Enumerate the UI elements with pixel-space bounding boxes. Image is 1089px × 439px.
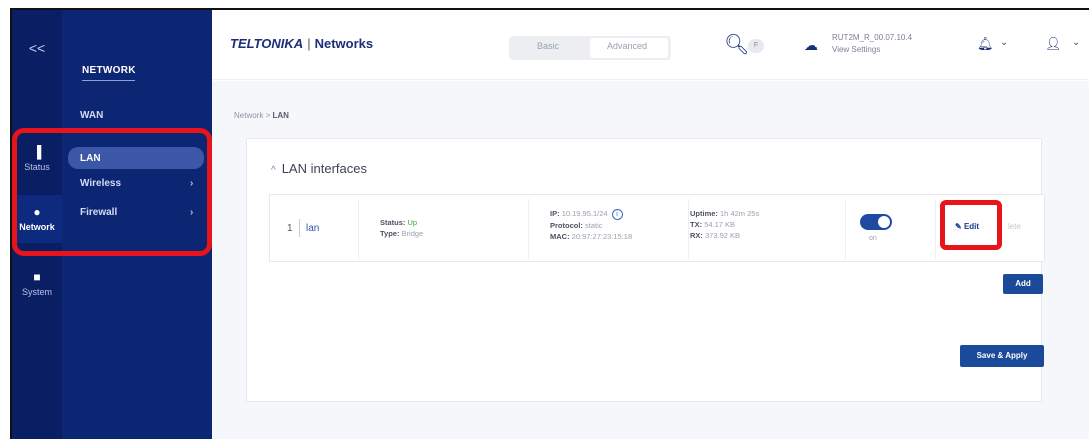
search-icon[interactable]: 🔍︎ bbox=[724, 32, 749, 57]
toggle-knob bbox=[878, 216, 890, 228]
firmware-version[interactable]: RUT2M_R_00.07.10.4 View Settings bbox=[832, 32, 912, 56]
status-value: Up bbox=[407, 218, 418, 227]
type-value: Bridge bbox=[401, 229, 424, 238]
document-icon: ■ bbox=[33, 270, 41, 284]
uptime-label: Uptime: bbox=[690, 209, 718, 218]
rail-item-label: System bbox=[21, 287, 52, 297]
delete-button[interactable]: lete bbox=[1008, 222, 1021, 231]
type-label: Type: bbox=[380, 229, 400, 238]
collapse-chevron-icon[interactable]: ^ bbox=[271, 165, 276, 176]
column-divider bbox=[358, 199, 359, 259]
column-divider bbox=[688, 199, 689, 259]
subnav-title: NETWORK bbox=[82, 65, 136, 76]
main-content: Network > LAN ^ LAN interfaces 1 lan Stat… bbox=[212, 81, 1089, 439]
protocol-label: Protocol: bbox=[550, 220, 583, 230]
ip-label: IP: bbox=[550, 209, 560, 218]
ip-value: 10.19.95.1/24 bbox=[561, 209, 608, 218]
teltonika-logo[interactable]: TELTONIKA | Networks bbox=[230, 36, 373, 51]
cloud-upload-icon[interactable]: ☁ bbox=[804, 37, 818, 54]
mac-label: MAC: bbox=[550, 231, 570, 241]
subnav-title-underline bbox=[82, 80, 135, 81]
breadcrumb-parent[interactable]: Network bbox=[234, 111, 263, 120]
column-divider bbox=[528, 199, 529, 259]
toggle-label: on bbox=[869, 235, 877, 242]
interface-name-link[interactable]: lan bbox=[306, 223, 319, 234]
rail-item-system[interactable]: ■ System bbox=[12, 270, 62, 297]
breadcrumb-current: LAN bbox=[272, 111, 289, 120]
logo-networks: Networks bbox=[314, 36, 374, 51]
breadcrumb: Network > LAN bbox=[234, 111, 289, 120]
chevron-down-icon[interactable]: ⌄ bbox=[1072, 37, 1080, 48]
mode-advanced-option[interactable]: Advanced bbox=[607, 41, 647, 51]
nav-highlight-box bbox=[12, 128, 212, 256]
collapse-sidebar-icon[interactable]: << bbox=[12, 40, 62, 56]
app-frame: << ▐ Status ● Network ■ System NETWORK W… bbox=[0, 0, 1089, 439]
column-divider bbox=[845, 199, 846, 259]
protocol-value: static bbox=[585, 220, 603, 230]
view-settings-link[interactable]: View Settings bbox=[832, 44, 912, 56]
section-title[interactable]: ^ LAN interfaces bbox=[271, 161, 367, 176]
logo-brand: TELTONIKA bbox=[230, 36, 304, 51]
breadcrumb-separator: > bbox=[265, 111, 271, 120]
edit-highlight-box bbox=[940, 200, 1002, 250]
subnav-item-label: WAN bbox=[80, 110, 104, 121]
bell-icon[interactable]: 🔔︎ bbox=[977, 36, 994, 52]
mode-toggle[interactable]: Basic Advanced bbox=[509, 36, 671, 60]
lan-interfaces-card: ^ LAN interfaces 1 lan Status: Up Type: B… bbox=[246, 138, 1045, 402]
status-cell: Status: Up Type: Bridge bbox=[380, 217, 423, 239]
firmware-version-text: RUT2M_R_00.07.10.4 bbox=[832, 33, 913, 42]
traffic-cell: Uptime: 1h 42m 25s TX: 54.17 KB RX: 373.… bbox=[690, 208, 759, 241]
mac-value: 20:97:27:23:15:18 bbox=[571, 231, 633, 241]
logo-separator: | bbox=[307, 36, 311, 51]
uptime-value: 1h 42m 25s bbox=[720, 209, 760, 218]
tx-label: TX: bbox=[690, 220, 703, 229]
column-divider bbox=[935, 199, 936, 259]
table-row: 1 lan Status: Up Type: Bridge IP: 10.19.… bbox=[269, 194, 1045, 262]
ip-cell: IP: 10.19.95.1/24 i Protocol: static MAC:… bbox=[550, 208, 632, 242]
top-header: TELTONIKA | Networks Basic Advanced 🔍︎ F ☁… bbox=[212, 10, 1089, 80]
rx-label: RX: bbox=[690, 231, 703, 240]
status-label: Status: bbox=[380, 218, 406, 227]
user-icon[interactable]: 👤︎ bbox=[1045, 36, 1062, 52]
section-title-text: LAN interfaces bbox=[281, 161, 367, 176]
info-icon[interactable]: i bbox=[611, 208, 623, 220]
rx-value: 373.92 KB bbox=[705, 231, 741, 240]
search-shortcut-badge: F bbox=[748, 39, 764, 53]
mode-basic-option[interactable]: Basic bbox=[537, 41, 559, 51]
save-apply-button[interactable]: Save & Apply bbox=[960, 345, 1044, 367]
tx-value: 54.17 KB bbox=[704, 220, 736, 229]
row-index: 1 bbox=[287, 223, 293, 234]
add-button[interactable]: Add bbox=[1003, 274, 1043, 294]
interface-enable-toggle[interactable] bbox=[860, 214, 892, 230]
subnav-item-wan[interactable]: WAN bbox=[80, 110, 103, 121]
chevron-down-icon[interactable]: ⌄ bbox=[1000, 37, 1008, 48]
row-divider bbox=[299, 219, 300, 237]
